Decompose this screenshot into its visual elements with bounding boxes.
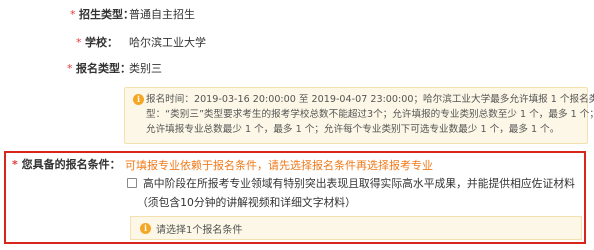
condition-checkbox[interactable] [127, 178, 137, 188]
category-label: 报名类型： [76, 62, 131, 75]
condition-option-label[interactable]: 高中阶段在所报考专业领域有特别突出表现且取得实际高水平成果，并能提供相应佐证材料 [143, 175, 575, 191]
notice-line: 允许填报专业总数最少 1 个，最多 1 个；允许每个专业类别下可选专业数最少 1… [146, 124, 560, 135]
conditions-hint: 可填报专业依赖于报名条件，请先选择报名条件再选择报考专业 [125, 159, 433, 172]
category-value: 类别三 [129, 62, 162, 75]
conditions-label: * 您具备的报名条件： [12, 156, 121, 172]
required-marker: * [67, 62, 73, 75]
school-label: 学校： [85, 36, 118, 49]
enroll-type-row: * 招生类型： 普通自主招生 [70, 8, 195, 22]
condition-warning: i 请选择1个报名条件 [130, 216, 582, 240]
enroll-type-label: 招生类型： [79, 8, 134, 21]
registration-notice: i 报名时间：2019-03-16 20:00:00 至 2019-04-07 … [124, 87, 594, 144]
notice-line: 型：“类别三”类型要求考生的报考学校总数不能超过3个；允许填报的专业类别总数至少… [146, 109, 594, 120]
warning-text: 请选择1个报名条件 [156, 225, 243, 236]
school-row: * 学校： 哈尔滨工业大学 [76, 36, 206, 50]
notice-text: 报名时间：2019-03-16 20:00:00 至 2019-04-07 23… [146, 92, 594, 137]
info-icon: i [140, 223, 151, 234]
enroll-type-value: 普通自主招生 [129, 8, 195, 21]
info-icon: i [133, 94, 144, 105]
category-row: * 报名类型： 类别三 [67, 62, 162, 76]
notice-line: 报名时间：2019-03-16 20:00:00 至 2019-04-07 23… [146, 94, 594, 105]
condition-option-note: （须包含10分钟的讲解视频和详细文字材料） [137, 196, 356, 209]
conditions-section: * 您具备的报名条件： 可填报专业依赖于报名条件，请先选择报名条件再选择报考专业… [4, 151, 586, 244]
school-value: 哈尔滨工业大学 [129, 36, 206, 49]
required-marker: * [12, 158, 18, 171]
required-marker: * [76, 36, 82, 49]
required-marker: * [70, 8, 76, 21]
conditions-label-text: 您具备的报名条件： [21, 158, 121, 171]
